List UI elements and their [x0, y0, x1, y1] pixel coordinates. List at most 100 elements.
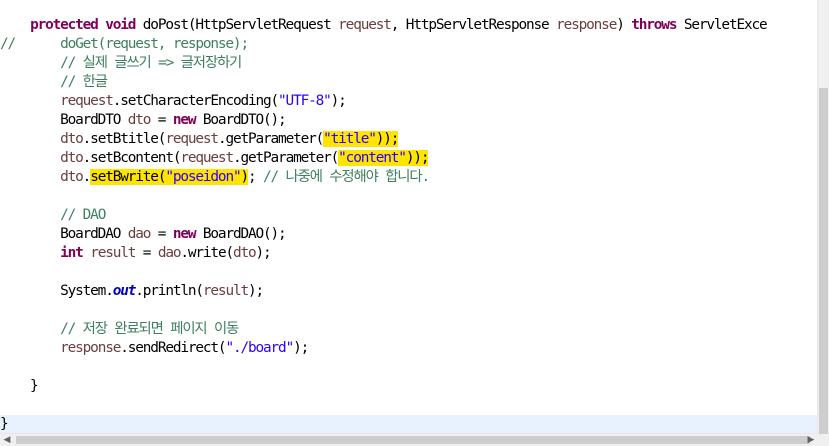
code-token: .setBtitle( [82, 131, 167, 147]
code-token: dto [60, 150, 84, 166]
code-token: // 실제 글쓰기 => 글저장하기 [60, 55, 242, 71]
code-token: // 한글 [60, 74, 108, 90]
code-token: = [135, 245, 158, 261]
code-token: BoardDAO(); [195, 226, 287, 242]
code-token: request [60, 93, 114, 109]
code-token: .println( [135, 283, 204, 299]
code-token: .setBcontent( [82, 150, 182, 166]
code-token: "poseidon" [165, 169, 242, 185]
code-token: ) [240, 169, 249, 185]
code-token: , HttpServletResponse [390, 17, 557, 33]
code-line[interactable]: dto.setBwrite("poseidon"); // 나중에 수정해야 합… [0, 168, 430, 187]
code-token: } [0, 378, 39, 394]
code-token: protected [30, 17, 99, 33]
code-token: void [105, 17, 136, 33]
code-token: dto [127, 112, 152, 128]
code-token: ; [247, 169, 264, 185]
code-token: )); [375, 131, 399, 147]
code-token: ); [293, 340, 309, 356]
code-token: request [180, 150, 234, 166]
code-token: )); [405, 150, 429, 166]
code-token: // DAO [60, 207, 106, 223]
code-token: .setCharacterEncoding( [112, 93, 279, 109]
code-token: ) [616, 17, 632, 33]
code-token: response [556, 17, 617, 33]
code-token: request [338, 17, 392, 33]
code-token: ); [248, 283, 264, 299]
code-token: dto [60, 169, 84, 185]
vertical-scrollbar[interactable] [817, 0, 829, 434]
code-token: response [60, 340, 121, 356]
code-token: System. [0, 283, 114, 299]
code-token: = [150, 112, 173, 128]
code-line[interactable]: response.sendRedirect("./board"); [0, 339, 309, 358]
code-line[interactable]: // DAO [0, 206, 106, 225]
code-token: result [202, 283, 249, 299]
code-token: = [150, 226, 173, 242]
code-token: dto [232, 245, 257, 261]
code-line[interactable]: // 실제 글쓰기 => 글저장하기 [0, 54, 242, 73]
code-token: "UTF-8" [278, 93, 332, 109]
horizontal-scrollbar[interactable]: ◀ ▶ [0, 433, 818, 446]
code-token: "./board" [225, 340, 294, 356]
code-token: .write( [180, 245, 234, 261]
code-token: // 저장 완료되면 페이지 이동 [60, 321, 239, 337]
code-token: ); [330, 93, 347, 109]
code-token: // 나중에 수정해야 합니다. [263, 169, 430, 185]
code-token: BoardDAO [0, 226, 128, 242]
code-token: ServletExce [676, 17, 768, 33]
code-token: new [172, 226, 197, 242]
code-token: BoardDTO(); [195, 112, 287, 128]
code-token: "content" [338, 150, 407, 166]
code-line[interactable]: request.setCharacterEncoding("UTF-8"); [0, 92, 347, 111]
code-token: dao [127, 226, 152, 242]
code-token: int [60, 245, 84, 261]
code-line[interactable]: System.out.println(result); [0, 282, 264, 301]
code-token: doPost(HttpServletRequest [135, 17, 339, 33]
code-token: ); [255, 245, 272, 261]
code-line[interactable]: BoardDTO dto = new BoardDTO(); [0, 111, 287, 130]
code-token: out [112, 283, 137, 299]
code-editor[interactable]: protected void doPost(HttpServletRequest… [0, 0, 818, 434]
code-token: .getParameter( [232, 150, 339, 166]
code-line[interactable]: } [0, 415, 818, 434]
code-token: // doGet(request, response); [0, 36, 249, 52]
code-line[interactable]: // doGet(request, response); [0, 35, 249, 54]
code-token: } [0, 416, 9, 432]
code-token: throws [631, 17, 677, 33]
code-token: request [165, 131, 219, 147]
code-line[interactable]: // 저장 완료되면 페이지 이동 [0, 320, 239, 339]
code-token: dto [60, 131, 84, 147]
code-line[interactable]: } [0, 377, 39, 396]
code-token: new [172, 112, 197, 128]
scroll-left-arrow-icon[interactable]: ◀ [0, 434, 14, 446]
scrollbar-corner [818, 434, 829, 446]
code-line[interactable]: BoardDAO dao = new BoardDAO(); [0, 225, 287, 244]
code-token: .getParameter( [217, 131, 324, 147]
code-token: BoardDTO [0, 112, 128, 128]
code-token: "title" [323, 131, 377, 147]
code-token: result [90, 245, 136, 261]
code-token: dao [157, 245, 182, 261]
scroll-right-arrow-icon[interactable]: ▶ [804, 434, 818, 446]
code-line[interactable]: protected void doPost(HttpServletRequest… [0, 16, 768, 35]
code-line[interactable]: dto.setBtitle(request.getParameter("titl… [0, 130, 399, 149]
code-token: .sendRedirect( [120, 340, 226, 356]
vertical-scrollbar-thumb[interactable] [819, 88, 828, 434]
code-token: setBwrite( [90, 169, 166, 185]
code-line[interactable]: int result = dao.write(dto); [0, 244, 272, 263]
horizontal-scrollbar-thumb[interactable] [16, 436, 810, 444]
code-line[interactable]: // 한글 [0, 73, 108, 92]
code-line[interactable]: dto.setBcontent(request.getParameter("co… [0, 149, 429, 168]
